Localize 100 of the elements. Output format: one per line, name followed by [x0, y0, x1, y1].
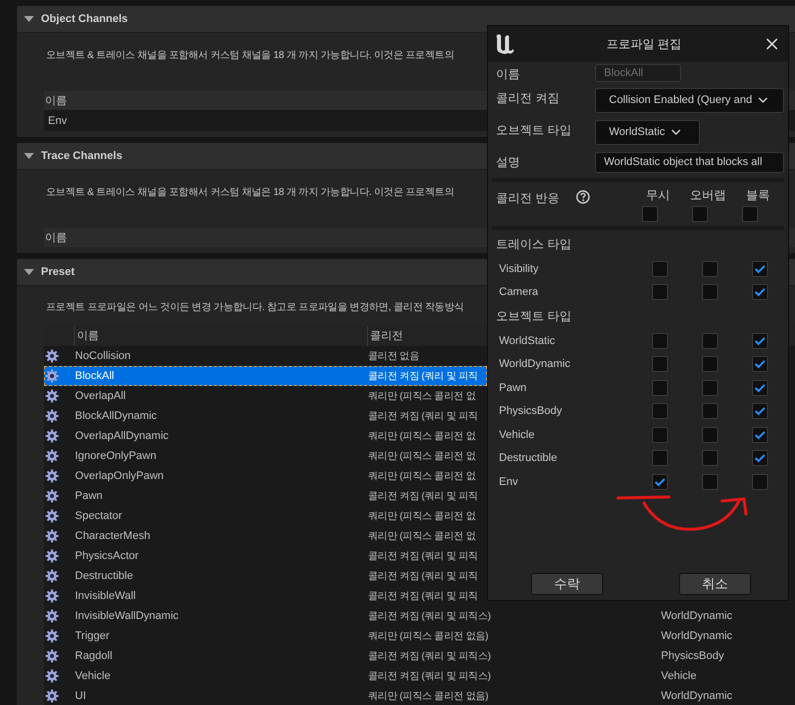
table-cell-text: IgnoreOnlyPawn	[75, 450, 158, 462]
channel-label: Pawn	[499, 382, 528, 394]
dialog-button[interactable]: 취소	[679, 573, 751, 595]
table-cell-text: 쿼리만 (피직스 콜리전 없	[368, 430, 476, 443]
checkbox[interactable]	[702, 284, 718, 300]
checkbox[interactable]	[752, 284, 768, 300]
table-cell: WorldDynamic	[661, 690, 732, 702]
dialog-button[interactable]: 수락	[531, 573, 603, 595]
table-row[interactable]: Vehicle 콜리전 켜짐 (쿼리 및 피직스) Vehicle	[44, 666, 795, 686]
checkbox[interactable]	[742, 206, 758, 222]
collapse-arrow-icon[interactable]	[23, 152, 35, 160]
checkbox[interactable]	[652, 403, 668, 420]
table-cell-text: BlockAll	[75, 370, 116, 382]
checkbox[interactable]	[752, 260, 768, 277]
table-row[interactable]: Ragdoll 콜리전 켜짐 (쿼리 및 피직스) PhysicsBody	[44, 646, 795, 666]
table-cell-text: 콜리전 켜짐 (쿼리 및 피직	[368, 370, 478, 383]
table-cell-text: 콜리전 켜짐 (쿼리 및 피직	[368, 490, 478, 503]
table-cell-text: Destructible	[75, 570, 134, 582]
checkbox[interactable]	[752, 450, 768, 466]
checkbox[interactable]	[702, 474, 718, 490]
field-label: 설명	[496, 154, 521, 171]
checkbox[interactable]	[702, 260, 718, 277]
dropdown[interactable]: WorldStatic	[595, 120, 700, 145]
table-row[interactable]: Trigger 쿼리만 (피직스 콜리전 없음) WorldDynamic	[44, 626, 795, 646]
table-cell-text: BlockAllDynamic	[75, 410, 158, 422]
table-row[interactable]: CharacterMesh 쿼리만 (피직스 콜리전 없	[44, 526, 487, 546]
group-title: 오브젝트 타입	[495, 308, 572, 325]
checkbox[interactable]	[652, 426, 668, 443]
checkbox[interactable]	[702, 450, 718, 466]
table-row[interactable]: InvisibleWallDynamic 콜리전 켜짐 (쿼리 및 피직스) WorldDynamic	[44, 606, 795, 626]
dropdown[interactable]: Collision Enabled (Query and	[595, 88, 784, 113]
table-row[interactable]: PhysicsActor 콜리전 켜짐 (쿼리 및 피직	[44, 546, 487, 566]
checkbox[interactable]	[652, 284, 668, 300]
checkbox[interactable]	[752, 403, 768, 420]
table-row[interactable]: BlockAll 콜리전 켜짐 (쿼리 및 피직	[44, 366, 487, 386]
table-row[interactable]: NoCollision 콜리전 없음	[44, 346, 487, 366]
table-row[interactable]: OverlapAllDynamic 쿼리만 (피직스 콜리전 없	[44, 426, 487, 446]
field-label: 콜리전 켜짐	[496, 90, 560, 107]
checkbox[interactable]	[652, 260, 668, 277]
table-row[interactable]: InvisibleWall 콜리전 켜짐 (쿼리 및 피직	[44, 586, 487, 606]
table-row[interactable]: OverlapOnlyPawn 쿼리만 (피직스 콜리전 없	[44, 466, 487, 486]
table-cell-text: OverlapAllDynamic	[75, 430, 170, 442]
gear-icon	[45, 669, 59, 683]
table-cell-text: 쿼리만 (피직스 콜리전 없	[368, 530, 476, 543]
gear-icon	[45, 649, 59, 663]
checkbox[interactable]	[652, 450, 668, 466]
column-header[interactable]: 이름	[44, 230, 67, 245]
description-text: 오브젝트 & 트레이스 채널을 포함해서 커스텀 채널을 18 개 까지 가능합니다. 이것은 프로젝트의	[46, 49, 454, 62]
checkbox[interactable]	[652, 332, 668, 349]
close-icon[interactable]	[766, 38, 778, 50]
help-icon[interactable]	[576, 190, 590, 204]
channel-label: WorldStatic	[499, 334, 556, 347]
checkbox[interactable]	[702, 380, 718, 396]
table-cell-text: 쿼리만 (피직스 콜리전 없음)	[368, 630, 490, 643]
checkbox[interactable]	[692, 206, 708, 222]
checkbox[interactable]	[702, 403, 718, 420]
checkbox[interactable]	[752, 426, 768, 443]
checkbox[interactable]	[652, 474, 668, 490]
table-cell: WorldDynamic	[661, 610, 732, 622]
name-field: BlockAll	[595, 64, 681, 82]
checkbox[interactable]	[652, 356, 668, 372]
column-header[interactable]: 이름	[44, 93, 67, 108]
table-cell: WorldDynamic	[661, 630, 732, 642]
table-cell: PhysicsBody	[661, 650, 724, 662]
gear-icon	[45, 549, 59, 563]
checkbox[interactable]	[752, 474, 768, 490]
table-cell-text: Ragdoll	[75, 650, 114, 662]
table-cell-text: 콜리전 켜짐 (쿼리 및 피직	[368, 550, 478, 563]
table-row[interactable]: IgnoreOnlyPawn 쿼리만 (피직스 콜리전 없	[44, 446, 487, 466]
chevron-down-icon	[758, 97, 768, 104]
table-row[interactable]: BlockAllDynamic 콜리전 켜짐 (쿼리 및 피직	[44, 406, 487, 426]
checkbox[interactable]	[702, 356, 718, 372]
table-cell: Vehicle	[661, 670, 696, 682]
checkbox[interactable]	[752, 356, 768, 372]
gear-icon	[45, 569, 59, 583]
table-cell-text: 콜리전 켜짐 (쿼리 및 피직스)	[368, 610, 492, 623]
checkbox[interactable]	[752, 380, 768, 396]
field-label: 오브젝트 타입	[496, 122, 572, 139]
description-text: 프로젝트 프로파일은 어느 것이든 변경 가능합니다. 참고로 프로파일을 변경하면, 콜리전 작동방식	[46, 301, 464, 314]
checkbox[interactable]	[702, 332, 718, 349]
text-field[interactable]: WorldStatic object that blocks all	[595, 152, 784, 173]
checkbox[interactable]	[702, 426, 718, 443]
table-row[interactable]: Pawn 콜리전 켜짐 (쿼리 및 피직	[44, 486, 487, 506]
table-row[interactable]: Destructible 콜리전 켜짐 (쿼리 및 피직	[44, 566, 487, 586]
column-header: 블록	[745, 187, 771, 204]
table-cell-text: Trigger	[75, 630, 110, 642]
table-row[interactable]: Spectator 쿼리만 (피직스 콜리전 없	[44, 506, 487, 526]
field-label: 이름	[496, 66, 521, 83]
checkbox[interactable]	[642, 206, 658, 222]
channel-label: Camera	[499, 286, 540, 298]
gear-icon	[45, 409, 59, 423]
table-row[interactable]: UI 쿼리만 (피직스 콜리전 없음) WorldDynamic	[44, 686, 795, 705]
table-cell-text: 콜리전 켜짐 (쿼리 및 피직	[368, 590, 478, 603]
gear-icon	[45, 509, 59, 523]
collapse-arrow-icon[interactable]	[23, 15, 35, 23]
collapse-arrow-icon[interactable]	[23, 268, 35, 276]
gear-icon	[45, 629, 59, 643]
checkbox[interactable]	[752, 332, 768, 349]
table-row[interactable]: OverlapAll 쿼리만 (피직스 콜리전 없	[44, 386, 487, 406]
checkbox[interactable]	[652, 380, 668, 396]
